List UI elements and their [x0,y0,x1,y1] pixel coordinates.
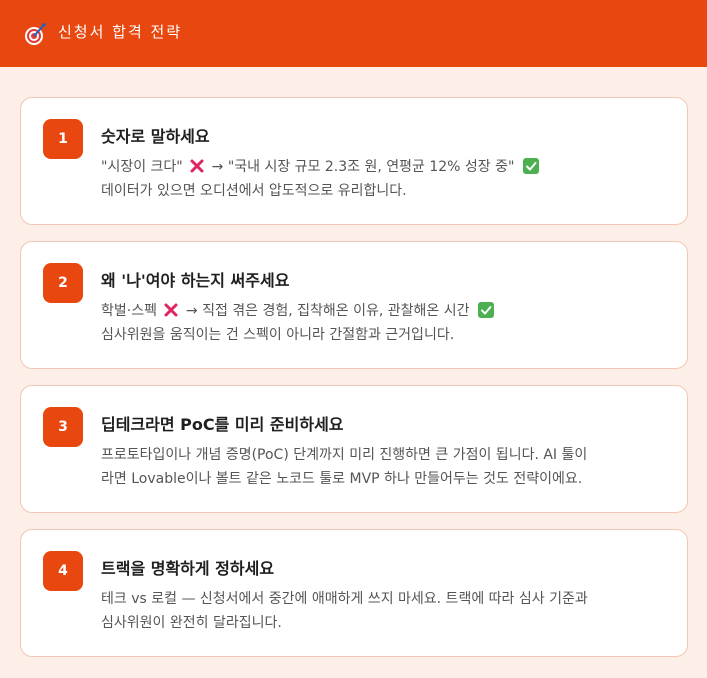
tip-title: 트랙을 명확하게 정하세요 [101,559,275,578]
tip-line-1: "시장이 크다" → "국내 시장 규모 2.3조 원, 연평균 12% 성장 … [101,155,681,179]
step-number-badge: 1 [43,119,83,159]
cross-mark-icon [164,303,178,317]
tip-title: 숫자로 말하세요 [101,127,210,146]
page-title: 신청서 합격 전략 [58,23,183,41]
tip-card-3: 3 딥테크라면 PoC를 미리 준비하세요 프로토타입이나 개념 증명(PoC)… [20,385,688,513]
tip-line-2: 라면 Lovable이나 볼트 같은 노코드 툴로 MVP 하나 만들어두는 것… [101,471,583,487]
good-example-text: → 직접 겪은 경험, 집착해온 이유, 관찰해온 시간 [185,303,470,319]
step-number-badge: 2 [43,263,83,303]
cross-mark-icon [190,159,204,173]
tip-line-2: 심사위원이 완전히 달라집니다. [101,615,282,631]
check-mark-icon [522,158,539,174]
good-example-text: → "국내 시장 규모 2.3조 원, 연평균 12% 성장 중" [211,159,515,175]
tip-card-1: 1 숫자로 말하세요 "시장이 크다" → "국내 시장 규모 2.3조 원, … [20,97,688,225]
header-bar: 신청서 합격 전략 [0,0,707,67]
tip-line-1: 학벌·스펙 → 직접 겪은 경험, 집착해온 이유, 관찰해온 시간 [101,299,681,323]
check-mark-icon [477,302,494,318]
bad-example-text: "시장이 크다" [101,159,183,175]
bad-example-text: 학벌·스펙 [101,303,157,319]
tips-list: 1 숫자로 말하세요 "시장이 크다" → "국내 시장 규모 2.3조 원, … [20,97,688,673]
target-dart-icon [25,22,46,45]
tip-description: 테크 vs 로컬 — 신청서에서 중간에 애매하게 쓰지 마세요. 트랙에 따라… [101,587,681,635]
tip-line-1: 프로토타입이나 개념 증명(PoC) 단계까지 미리 진행하면 큰 가점이 됩니… [101,447,588,463]
tip-description: "시장이 크다" → "국내 시장 규모 2.3조 원, 연평균 12% 성장 … [101,155,681,203]
tip-description: 학벌·스펙 → 직접 겪은 경험, 집착해온 이유, 관찰해온 시간 심사위원을… [101,299,681,347]
tip-title: 왜 '나'여야 하는지 써주세요 [101,271,290,290]
tip-title: 딥테크라면 PoC를 미리 준비하세요 [101,415,344,434]
tip-line-2: 데이터가 있으면 오디션에서 압도적으로 유리합니다. [101,183,407,199]
tip-card-4: 4 트랙을 명확하게 정하세요 테크 vs 로컬 — 신청서에서 중간에 애매하… [20,529,688,657]
step-number-badge: 4 [43,551,83,591]
tip-card-2: 2 왜 '나'여야 하는지 써주세요 학벌·스펙 → 직접 겪은 경험, 집착해… [20,241,688,369]
step-number-badge: 3 [43,407,83,447]
tip-line-2: 심사위원을 움직이는 건 스펙이 아니라 간절함과 근거입니다. [101,327,455,343]
tip-line-1: 테크 vs 로컬 — 신청서에서 중간에 애매하게 쓰지 마세요. 트랙에 따라… [101,591,588,607]
tip-description: 프로토타입이나 개념 증명(PoC) 단계까지 미리 진행하면 큰 가점이 됩니… [101,443,681,491]
